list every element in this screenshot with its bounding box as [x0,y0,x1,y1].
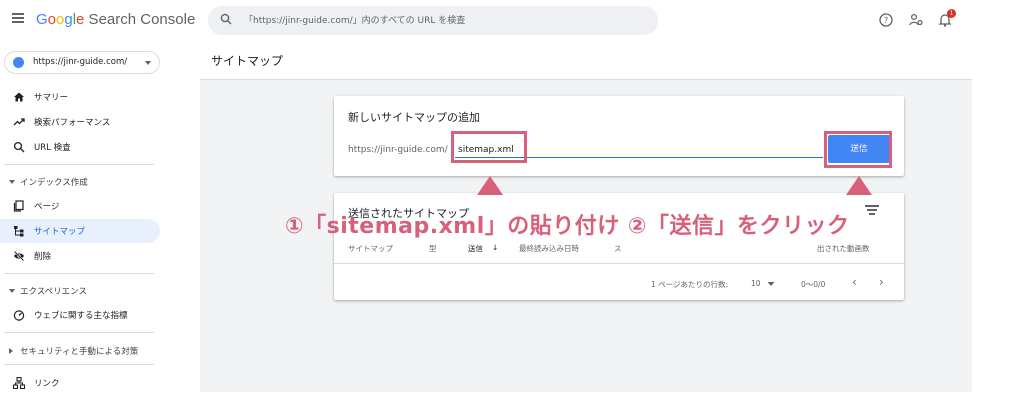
sidebar-item-sitemaps[interactable]: サイトマップ [0,219,160,243]
sidebar-item-pages[interactable]: ページ [0,194,160,218]
trending-icon [13,118,25,126]
url-inspect-search[interactable] [208,6,658,35]
links-icon [13,377,25,389]
page-margin [972,0,1024,392]
sort-arrow-icon[interactable]: ↓ [492,243,498,252]
sitemap-icon [14,226,24,237]
svg-text:?: ? [884,16,888,25]
sidebar-item-core-web-vitals[interactable]: ウェブに関する主な指標 [0,303,160,327]
column-header-submitted[interactable]: 送信 [468,243,483,254]
sidebar: https://jinr-guide.com/ サマリー 検索パフォーマンス U… [0,40,165,392]
pagination-range: 0〜0/0 [801,280,826,289]
sidebar-item-performance[interactable]: 検索パフォーマンス [0,110,160,134]
eye-off-icon [13,250,25,262]
search-icon [220,13,232,25]
sidebar-item-summary[interactable]: サマリー [0,85,160,109]
sidebar-divider [4,332,154,333]
speed-icon [13,310,25,321]
sidebar-item-links[interactable]: リンク [0,371,160,395]
sidebar-divider [4,273,154,274]
table-divider [334,263,904,264]
property-label: https://jinr-guide.com/ [33,57,128,67]
page-title: サイトマップ [211,54,284,68]
url-prefix: https://jinr-guide.com/ [348,145,448,155]
help-icon[interactable]: ? [878,12,894,28]
sidebar-divider [4,364,154,365]
caret-right-icon [9,348,13,354]
caret-down-icon [9,180,15,184]
section-experience[interactable]: エクスペリエンス [0,282,160,300]
add-sitemap-title: 新しいサイトマップの追加 [348,111,480,124]
sidebar-divider [4,164,154,165]
section-indexing[interactable]: インデックス作成 [0,173,160,191]
pointer-arrow-submit [846,176,872,195]
caret-down-icon [9,289,15,293]
pages-icon [13,200,24,212]
sidebar-item-url-inspection[interactable]: URL 検査 [0,135,160,159]
search-icon [13,141,25,153]
property-icon [13,57,24,68]
rows-per-page-label: 1 ページあたりの行数: [651,280,729,289]
rows-per-page-select[interactable]: 10 [751,279,761,288]
column-header-last-read[interactable]: 最終読み込み日時 [519,243,579,254]
highlight-sitemap-input [451,131,527,163]
app-logo[interactable]: Google Search Console [36,11,195,28]
chevron-down-icon[interactable] [767,281,775,287]
column-header-sitemap[interactable]: サイトマップ [348,243,393,254]
notification-badge: 1 [947,9,956,18]
menu-icon[interactable] [12,13,24,23]
home-icon [14,92,24,102]
instruction-annotation: ①「sitemap.xml」の貼り付け ②「送信」をクリック [285,214,850,239]
section-security[interactable]: セキュリティと手動による対策 [0,342,160,360]
pointer-arrow-input [477,176,503,195]
highlight-submit-button [824,131,892,168]
column-header-type[interactable]: 型 [429,243,437,254]
prev-page-icon[interactable]: ‹ [852,275,857,289]
filter-icon[interactable] [865,205,879,215]
add-sitemap-card: 新しいサイトマップの追加 https://jinr-guide.com/ 送信 [334,96,904,176]
users-icon[interactable] [908,12,924,28]
chevron-down-icon [145,61,151,65]
column-header-discovered-videos[interactable]: 出された動画数 [817,243,870,254]
search-input[interactable] [244,12,644,29]
page-header: サイトマップ [200,40,972,80]
top-bar: Google Search Console ? 1 [0,0,972,40]
property-selector[interactable]: https://jinr-guide.com/ [4,51,160,74]
sidebar-item-removals[interactable]: 削除 [0,244,160,268]
next-page-icon[interactable]: › [879,275,884,289]
column-header-status[interactable]: ス [614,243,622,254]
